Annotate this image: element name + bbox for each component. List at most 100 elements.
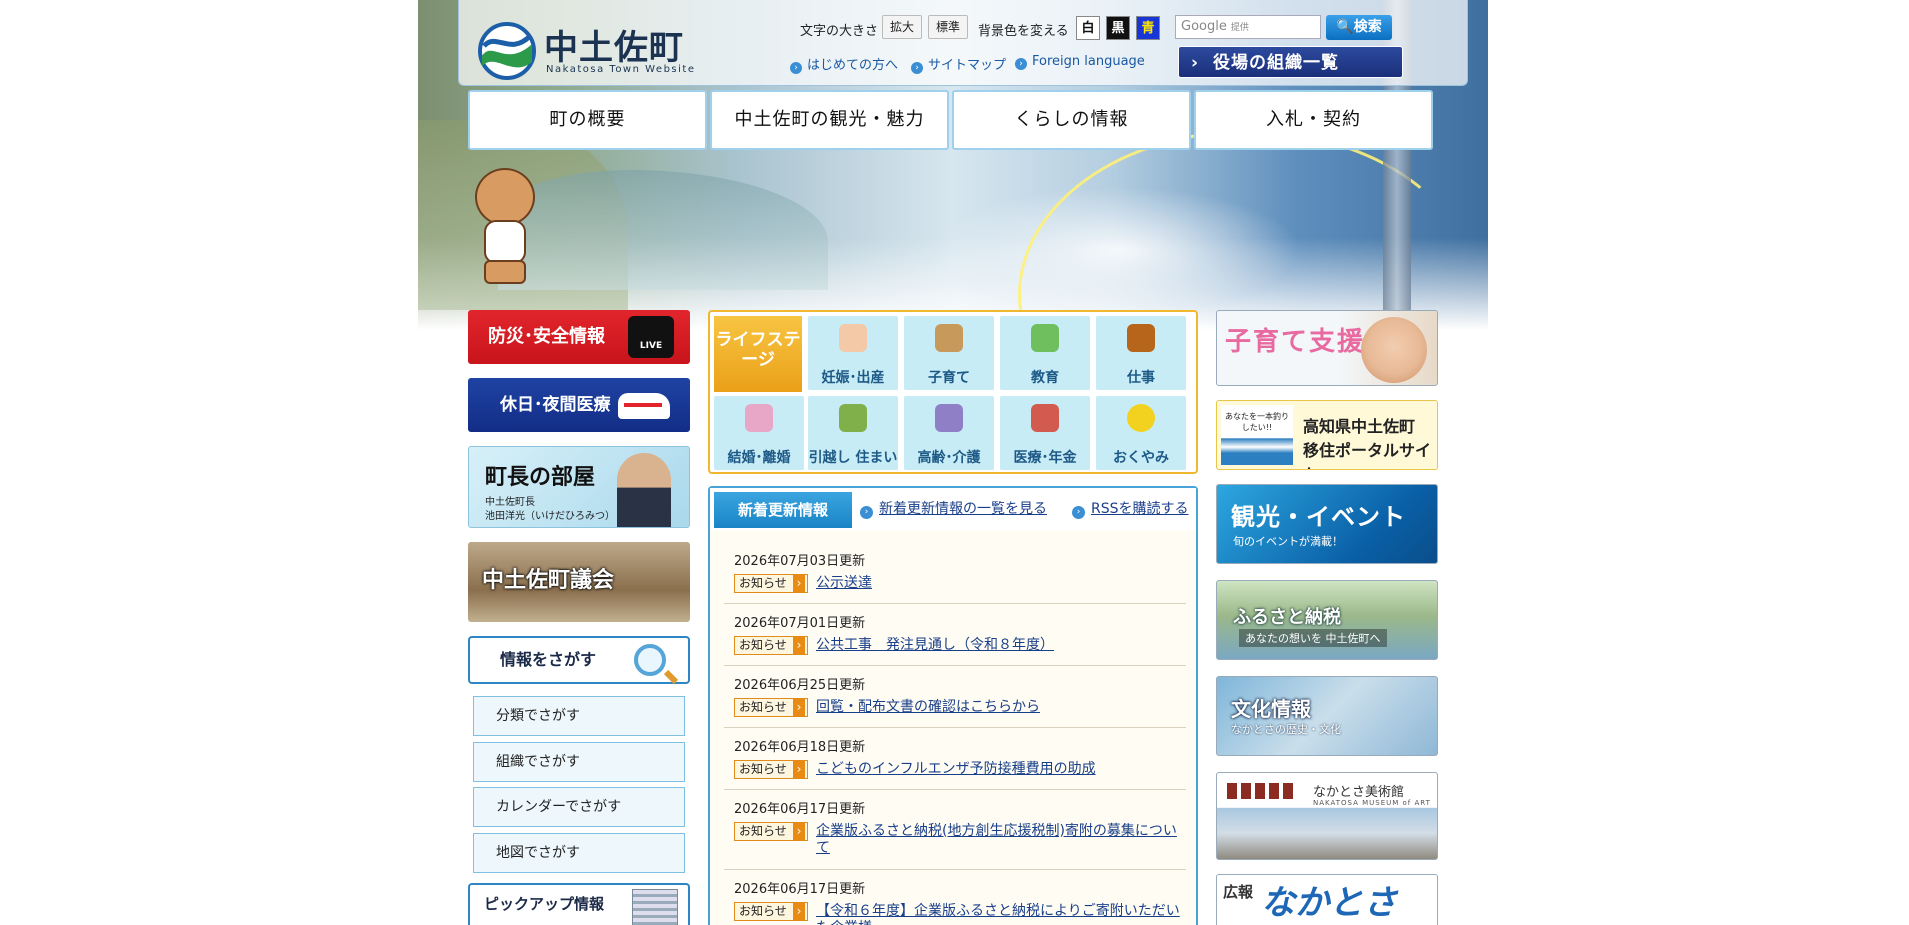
bg-blue-button[interactable]: 青 [1136, 16, 1160, 40]
logo-subtitle: Nakatosa Town Website [546, 64, 696, 75]
mayor-photo [617, 453, 671, 527]
news-link[interactable]: 企業版ふるさと納税(地方創生応援税制)寄附の募集について [816, 823, 1186, 857]
pickup-info-title: ピックアップ情報 [484, 895, 605, 913]
ambulance-icon [618, 393, 670, 419]
mayor-room-banner[interactable]: 町長の部屋 中土佐町長 池田洋光（いけだひろみつ） [468, 446, 690, 528]
bg-black-button[interactable]: 黒 [1106, 16, 1130, 40]
nav-bidding[interactable]: 入札・契約 [1194, 90, 1433, 150]
tile-elderly-care[interactable]: 高齢･介護 [904, 396, 994, 470]
pregnancy-icon [839, 324, 867, 352]
search-by-category[interactable]: 分類でさがす [473, 696, 685, 736]
tile-marriage-label: 結婚･離婚 [727, 450, 791, 466]
town-council-banner[interactable]: 中土佐町議会 [468, 542, 690, 622]
news-item: 2026年06月17日更新お知らせ企業版ふるさと納税(地方創生応援税制)寄附の募… [724, 790, 1186, 870]
news-date: 2026年06月25日更新 [734, 678, 866, 693]
news-link[interactable]: 公示送達 [816, 575, 1186, 592]
news-tag: お知らせ [734, 698, 808, 717]
link-foreign-language[interactable]: › Foreign language [1015, 54, 1145, 70]
news-tag: お知らせ [734, 822, 808, 841]
link-foreign-language-label: Foreign language [1032, 54, 1145, 69]
news-link[interactable]: 回覧・配布文書の確認はこちらから [816, 699, 1186, 716]
chevron-right-icon: › [860, 506, 873, 519]
culture-info-sub: なかとさの歴史・文化 [1231, 723, 1341, 736]
tile-work-label: 仕事 [1127, 370, 1155, 386]
nav-tourism[interactable]: 中土佐町の観光・魅力 [710, 90, 949, 150]
search-provided-label: 提供 [1230, 23, 1249, 33]
tile-condolence[interactable]: おくやみ [1096, 396, 1186, 470]
migration-portal-banner[interactable]: あなたを一本釣りしたい!! 高知県中土佐町 移住ポータルサイト [1216, 400, 1438, 470]
nav-town-overview[interactable]: 町の概要 [468, 90, 707, 150]
news-tag: お知らせ [734, 574, 808, 593]
koho-nakatosa-banner[interactable]: 広報 なかとさ [1216, 874, 1438, 925]
chevron-right-icon: › [911, 62, 923, 74]
search-button[interactable]: 🔍検索 [1326, 15, 1392, 40]
search-button-label: 検索 [1353, 19, 1382, 35]
chevron-right-icon: › [1191, 53, 1200, 73]
nav-living-info[interactable]: くらしの情報 [952, 90, 1191, 150]
briefcase-icon [1127, 324, 1155, 352]
migration-line2: 移住ポータルサイト [1303, 441, 1432, 469]
truck-icon [839, 404, 867, 432]
culture-info-label: 文化情報 [1231, 697, 1311, 721]
pickup-info-heading: ピックアップ情報 [468, 883, 690, 925]
org-list-button[interactable]: › 役場の組織一覧 [1178, 46, 1403, 78]
mayor-name-label: 池田洋光（いけだひろみつ） [485, 511, 615, 522]
museum-label: なかとさ美術館 [1313, 785, 1405, 800]
rss-link[interactable]: › RSSを購読する [1072, 498, 1189, 519]
museum-banner[interactable]: なかとさ美術館 NAKATOSA MUSEUM of ART [1216, 772, 1438, 860]
koho-label: 広報 [1223, 883, 1254, 901]
lifestage-panel: ライフステージ 妊娠･出産 子育て 教育 仕事 結婚･離婚 引越し 住まい 高齢… [708, 310, 1198, 474]
hometown-tax-sub: あなたの想いを 中土佐町へ [1239, 629, 1387, 647]
font-enlarge-button[interactable]: 拡大 [882, 15, 922, 39]
site-logo[interactable]: 中土佐町 Nakatosa Town Website [476, 18, 726, 80]
childcare-support-banner[interactable]: 子育て支援 [1216, 310, 1438, 386]
link-first-time[interactable]: › はじめての方へ [790, 54, 898, 74]
hometown-tax-label: ふるさと納税 [1233, 607, 1341, 628]
childcare-support-label: 子育て支援 [1225, 327, 1366, 357]
search-by-calendar[interactable]: カレンダーでさがす [473, 787, 685, 827]
link-sitemap-label: サイトマップ [928, 58, 1007, 73]
books-icon [1031, 324, 1059, 352]
wheelchair-icon [935, 404, 963, 432]
live-label: LIVE [639, 341, 663, 351]
tile-moving[interactable]: 引越し 住まい [808, 396, 898, 470]
hometown-tax-banner[interactable]: ふるさと納税 あなたの想いを 中土佐町へ [1216, 580, 1438, 660]
news-link[interactable]: こどものインフルエンザ予防接種費用の助成 [816, 761, 1186, 778]
tourism-event-banner[interactable]: 観光・イベント 旬のイベントが満載！ [1216, 484, 1438, 564]
koho-title: なかとさ [1261, 883, 1397, 923]
info-search-title: 情報をさがす [500, 650, 597, 669]
museum-logo-icon [1227, 783, 1297, 799]
tile-medical-pension[interactable]: 医療･年金 [1000, 396, 1090, 470]
search-by-organization[interactable]: 組織でさがす [473, 742, 685, 782]
font-standard-button[interactable]: 標準 [928, 15, 968, 39]
news-tag: お知らせ [734, 636, 808, 655]
tile-education-label: 教育 [1031, 370, 1059, 386]
news-all-link[interactable]: › 新着更新情報の一覧を見る [860, 498, 1047, 519]
holiday-medical-button[interactable]: 休日･夜間医療 [468, 378, 690, 432]
news-item: 2026年06月17日更新お知らせ【令和６年度】企業版ふるさと納税によりご寄附い… [724, 870, 1186, 925]
tile-work[interactable]: 仕事 [1096, 316, 1186, 390]
font-size-label: 文字の大きさ [800, 24, 879, 39]
building-icon [632, 889, 678, 925]
tile-pregnancy[interactable]: 妊娠･出産 [808, 316, 898, 390]
news-date: 2026年07月01日更新 [734, 616, 866, 631]
org-list-label: 役場の組織一覧 [1213, 53, 1340, 73]
news-link[interactable]: 公共工事 発注見通し（令和８年度） [816, 637, 1186, 654]
search-by-map[interactable]: 地図でさがす [473, 833, 685, 873]
link-sitemap[interactable]: › サイトマップ [911, 54, 1006, 74]
tile-education[interactable]: 教育 [1000, 316, 1090, 390]
disaster-safety-button[interactable]: 防災･安全情報 LIVE [468, 310, 690, 364]
news-tag: お知らせ [734, 760, 808, 779]
search-placeholder: Google [1181, 19, 1227, 34]
search-input[interactable]: Google 提供 [1175, 15, 1321, 39]
news-date: 2026年06月17日更新 [734, 882, 866, 897]
magnifier-icon [634, 644, 666, 676]
news-link[interactable]: 【令和６年度】企業版ふるさと納税によりご寄附いただいた企業様 [816, 903, 1186, 925]
news-tag: お知らせ [734, 902, 808, 921]
bg-white-button[interactable]: 白 [1076, 16, 1100, 40]
mayor-room-title: 町長の部屋 [485, 465, 596, 490]
link-first-time-label: はじめての方へ [807, 58, 899, 73]
tile-childcare[interactable]: 子育て [904, 316, 994, 390]
culture-info-banner[interactable]: 文化情報 なかとさの歴史・文化 [1216, 676, 1438, 756]
tile-marriage[interactable]: 結婚･離婚 [714, 396, 804, 470]
